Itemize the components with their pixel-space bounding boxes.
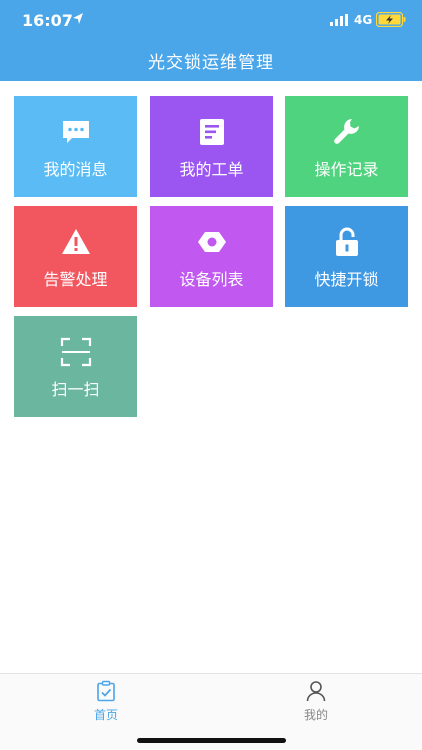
app-header: 16:07 4G 光交锁运维管理 bbox=[0, 0, 422, 81]
tile-device-list[interactable]: 设备列表 bbox=[150, 206, 273, 307]
tile-label: 快捷开锁 bbox=[314, 270, 379, 289]
tile-label: 扫一扫 bbox=[51, 380, 100, 399]
warning-icon bbox=[62, 229, 90, 254]
tile-label: 设备列表 bbox=[179, 270, 244, 289]
location-arrow-icon bbox=[73, 13, 83, 24]
network-type: 4G bbox=[354, 13, 373, 27]
tab-me-label: 我的 bbox=[303, 708, 328, 722]
home-indicator bbox=[137, 738, 286, 743]
padlock-icon bbox=[336, 227, 358, 256]
status-bar: 16:07 4G bbox=[0, 0, 422, 40]
tile-label: 我的工单 bbox=[179, 160, 244, 179]
tab-me[interactable]: 我的 bbox=[266, 680, 366, 724]
clipboard-check-icon bbox=[97, 680, 115, 702]
tab-home-label: 首页 bbox=[93, 708, 118, 722]
status-time: 16:07 bbox=[22, 11, 73, 30]
tile-alarm-handling[interactable]: 告警处理 bbox=[14, 206, 137, 307]
signal-bars-icon bbox=[330, 14, 348, 26]
tile-label: 我的消息 bbox=[43, 160, 108, 179]
tab-home[interactable]: 首页 bbox=[56, 680, 156, 724]
scan-frame-icon bbox=[60, 337, 92, 367]
tile-label: 告警处理 bbox=[43, 270, 108, 289]
tile-operation-records[interactable]: 操作记录 bbox=[285, 96, 408, 197]
user-icon bbox=[306, 681, 326, 702]
hex-nut-icon bbox=[198, 232, 226, 252]
tile-my-work-orders[interactable]: 我的工单 bbox=[150, 96, 273, 197]
document-icon bbox=[200, 119, 224, 145]
tile-my-messages[interactable]: 我的消息 bbox=[14, 96, 137, 197]
message-icon bbox=[63, 121, 89, 143]
page-title: 光交锁运维管理 bbox=[148, 53, 274, 73]
battery-charging-icon bbox=[376, 12, 406, 27]
tile-label: 操作记录 bbox=[314, 160, 379, 179]
tile-quick-unlock[interactable]: 快捷开锁 bbox=[285, 206, 408, 307]
tile-scan[interactable]: 扫一扫 bbox=[14, 316, 137, 417]
wrench-icon bbox=[334, 119, 359, 144]
